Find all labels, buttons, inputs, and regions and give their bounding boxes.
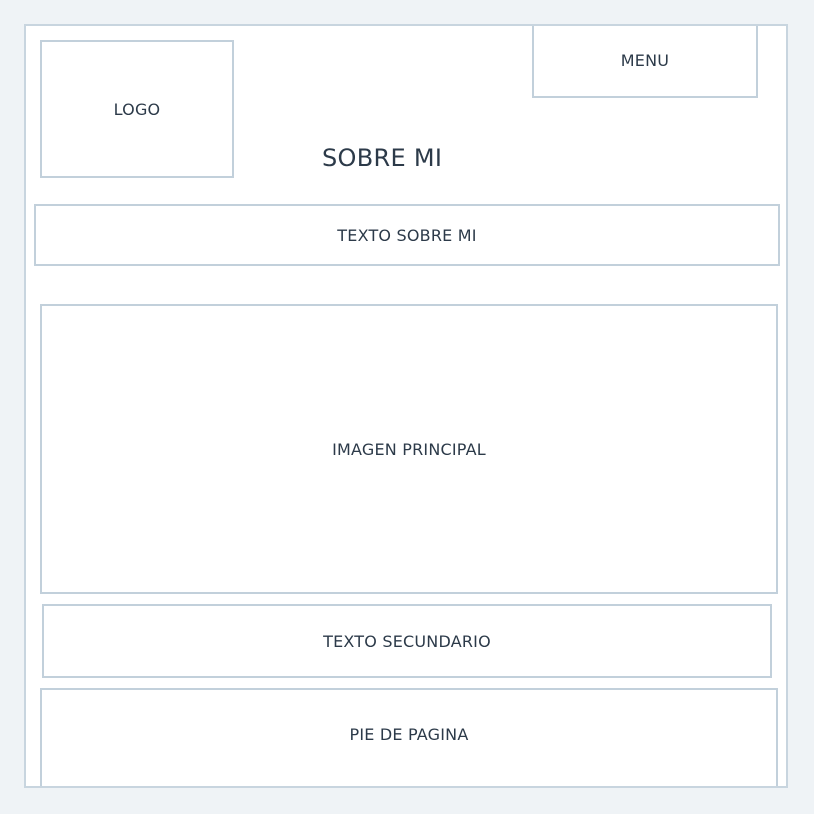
footer-label: PIE DE PAGINA [349,724,469,744]
logo-placeholder[interactable]: LOGO [40,40,234,178]
logo-label: LOGO [113,99,161,119]
secondary-text-label: TEXTO SECUNDARIO [323,631,491,651]
page-title: SOBRE MI [322,144,443,172]
secondary-text-block: TEXTO SECUNDARIO [42,604,772,678]
menu-label: MENU [620,50,670,70]
footer-placeholder: PIE DE PAGINA [40,688,778,786]
main-image-placeholder: IMAGEN PRINCIPAL [40,304,778,594]
menu-placeholder[interactable]: MENU [532,26,758,98]
main-image-label: IMAGEN PRINCIPAL [332,439,486,459]
about-text-block: TEXTO SOBRE MI [34,204,780,266]
about-text-label: TEXTO SOBRE MI [337,225,477,245]
wireframe-page: LOGO MENU SOBRE MI TEXTO SOBRE MI IMAGEN… [24,24,788,788]
